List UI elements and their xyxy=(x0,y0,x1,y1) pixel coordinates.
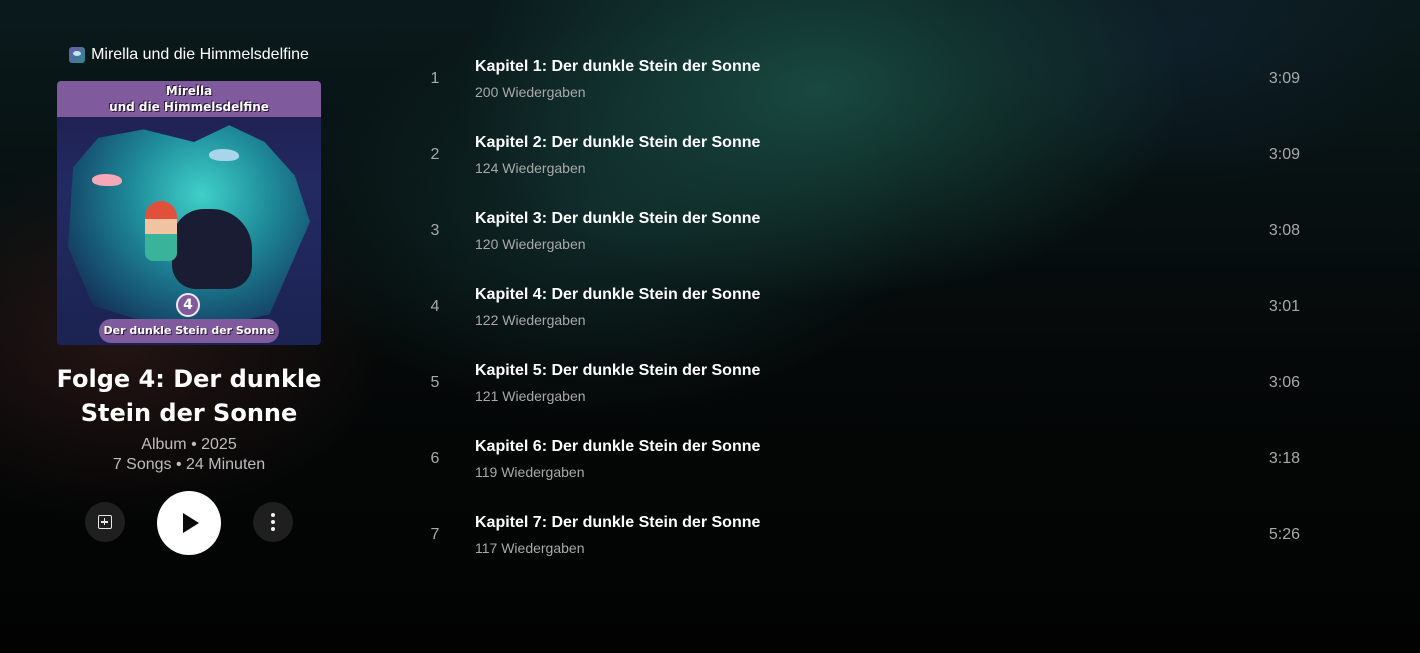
track-title[interactable]: Kapitel 2: Der dunkle Stein der Sonne xyxy=(475,134,760,152)
track-number: 4 xyxy=(430,298,440,315)
cover-banner-line2: und die Himmelsdelfine xyxy=(109,100,269,114)
track-number: 2 xyxy=(430,146,440,163)
track-title[interactable]: Kapitel 6: Der dunkle Stein der Sonne xyxy=(475,438,760,456)
track-duration: 3:08 xyxy=(1268,222,1300,239)
track-plays: 117 Wiedergaben xyxy=(475,540,585,556)
track-plays: 120 Wiedergaben xyxy=(475,236,586,252)
track-title[interactable]: Kapitel 5: Der dunkle Stein der Sonne xyxy=(475,362,760,380)
track-duration: 3:06 xyxy=(1268,374,1300,391)
play-icon xyxy=(183,513,199,533)
more-vertical-icon xyxy=(271,513,275,531)
cover-banner: Mirella und die Himmelsdelfine xyxy=(57,81,321,117)
track-list: 1 Kapitel 1: Der dunkle Stein der Sonne … xyxy=(400,42,1320,574)
artist-avatar-icon xyxy=(69,47,86,63)
track-title[interactable]: Kapitel 1: Der dunkle Stein der Sonne xyxy=(475,58,760,76)
track-duration: 3:09 xyxy=(1268,146,1300,163)
track-plays: 200 Wiedergaben xyxy=(475,84,586,100)
track-plays: 121 Wiedergaben xyxy=(475,388,586,404)
track-duration: 5:26 xyxy=(1268,526,1300,543)
track-row[interactable]: 7 Kapitel 7: Der dunkle Stein der Sonne … xyxy=(400,498,1320,574)
album-song-count-duration: 7 Songs • 24 Minuten xyxy=(112,456,266,473)
track-title[interactable]: Kapitel 3: Der dunkle Stein der Sonne xyxy=(475,210,760,228)
track-title[interactable]: Kapitel 4: Der dunkle Stein der Sonne xyxy=(475,286,760,304)
track-number: 1 xyxy=(430,70,440,87)
save-to-library-button[interactable] xyxy=(85,502,125,542)
album-header: Mirella und die Himmelsdelfine Mirella u… xyxy=(0,0,378,653)
cover-rock xyxy=(172,209,252,289)
track-number: 5 xyxy=(430,374,440,391)
cover-banner-line1: Mirella xyxy=(165,84,213,98)
cover-bottom-title: Der dunkle Stein der Sonne xyxy=(99,319,279,343)
mermaid-figure xyxy=(145,201,177,261)
cover-episode-number: 4 xyxy=(176,293,200,317)
track-plays: 119 Wiedergaben xyxy=(475,464,585,480)
album-title: Folge 4: Der dunkle Stein der Sonne xyxy=(56,365,322,427)
track-row[interactable]: 4 Kapitel 4: Der dunkle Stein der Sonne … xyxy=(400,270,1320,346)
track-number: 3 xyxy=(430,222,440,239)
dolphin-icon xyxy=(209,149,239,161)
track-duration: 3:09 xyxy=(1268,70,1300,87)
album-type-year: Album • 2025 xyxy=(141,436,237,453)
artist-name[interactable]: Mirella und die Himmelsdelfine xyxy=(91,46,309,64)
library-add-icon xyxy=(98,515,112,529)
dolphin-icon xyxy=(92,174,122,186)
track-row[interactable]: 5 Kapitel 5: Der dunkle Stein der Sonne … xyxy=(400,346,1320,422)
track-row[interactable]: 1 Kapitel 1: Der dunkle Stein der Sonne … xyxy=(400,42,1320,118)
album-cover: Mirella und die Himmelsdelfine 4 Der dun… xyxy=(57,81,321,345)
track-duration: 3:01 xyxy=(1268,298,1300,315)
artist-link[interactable]: Mirella und die Himmelsdelfine xyxy=(0,46,378,64)
track-plays: 122 Wiedergaben xyxy=(475,312,586,328)
track-row[interactable]: 3 Kapitel 3: Der dunkle Stein der Sonne … xyxy=(400,194,1320,270)
track-number: 7 xyxy=(430,526,440,543)
track-number: 6 xyxy=(430,450,440,467)
more-actions-button[interactable] xyxy=(253,502,293,542)
track-row[interactable]: 2 Kapitel 2: Der dunkle Stein der Sonne … xyxy=(400,118,1320,194)
track-duration: 3:18 xyxy=(1268,450,1300,467)
track-row[interactable]: 6 Kapitel 6: Der dunkle Stein der Sonne … xyxy=(400,422,1320,498)
track-title[interactable]: Kapitel 7: Der dunkle Stein der Sonne xyxy=(475,514,760,532)
play-button[interactable] xyxy=(157,491,221,555)
track-plays: 124 Wiedergaben xyxy=(475,160,586,176)
